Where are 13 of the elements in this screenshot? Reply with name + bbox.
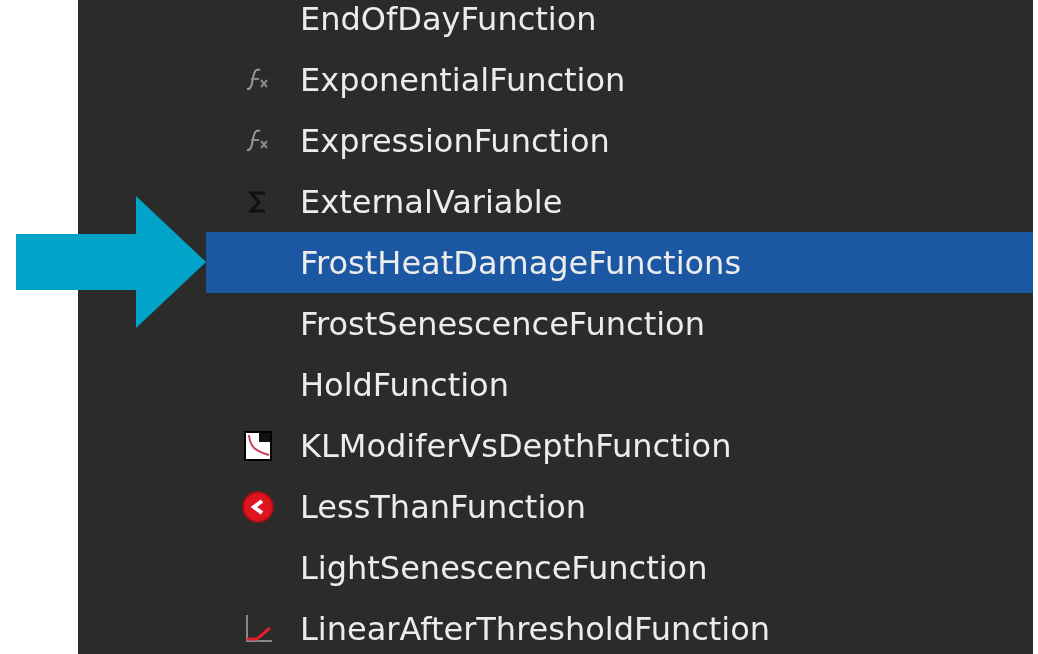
tree-item[interactable]: FrostHeatDamageFunctions [206, 232, 1033, 293]
tree-item[interactable]: LightSenescenceFunction [206, 537, 1033, 598]
tree-item[interactable]: FrostSenescenceFunction [206, 293, 1033, 354]
less-than-icon [241, 489, 275, 524]
curve-chart-icon [244, 430, 272, 461]
tree-item[interactable]: HoldFunction [206, 354, 1033, 415]
tree-item[interactable]: LinearAfterThresholdFunction [206, 598, 1033, 654]
tree-item[interactable]: ExternalVariable [206, 171, 1033, 232]
tree-item[interactable]: LessThanFunction [206, 476, 1033, 537]
tree-item[interactable]: EndOfDayFunction [206, 0, 1033, 49]
tree-item[interactable]: ExponentialFunction [206, 49, 1033, 110]
tree-item[interactable]: KLModiferVsDepthFunction [206, 415, 1033, 476]
tree-item[interactable]: ExpressionFunction [206, 110, 1033, 171]
